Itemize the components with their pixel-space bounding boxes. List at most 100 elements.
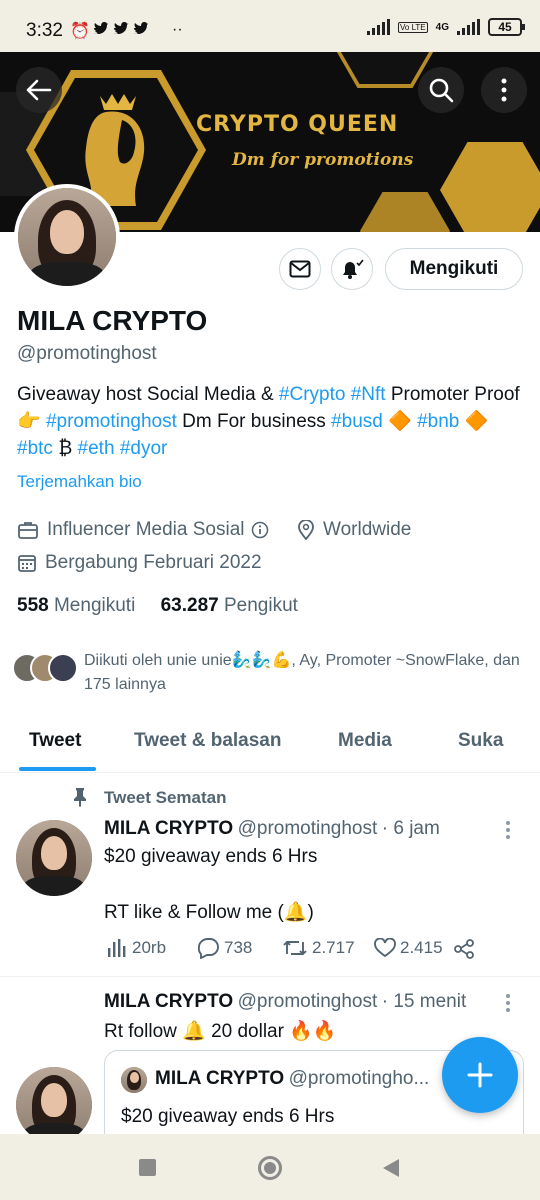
translate-bio-link[interactable]: Terjemahkan bio bbox=[17, 472, 142, 492]
quote-text: $20 giveaway ends 6 Hrs bbox=[121, 1106, 335, 1127]
tab-media[interactable]: Media bbox=[338, 730, 392, 752]
tweet-text-line2: RT like & Follow me (🔔) bbox=[104, 902, 314, 923]
like-action[interactable]: 2.415 bbox=[374, 938, 460, 958]
joined-row: Bergabung Februari 2022 bbox=[17, 552, 262, 574]
followers-label: Pengikut bbox=[224, 595, 298, 616]
following-label: Mengikuti bbox=[53, 595, 136, 616]
compose-tweet-button[interactable] bbox=[442, 1037, 518, 1113]
like-count: 2.415 bbox=[400, 938, 443, 957]
tweet-author-handle[interactable]: @promotinghost bbox=[238, 818, 378, 839]
more-notifications-icon: ·· bbox=[172, 21, 183, 38]
follower-avatar bbox=[48, 653, 78, 683]
hashtag-btc[interactable]: #btc bbox=[17, 438, 53, 459]
tweet-avatar[interactable] bbox=[16, 820, 92, 896]
network-label: 4G bbox=[435, 21, 449, 33]
home-button[interactable] bbox=[258, 1156, 282, 1180]
heart-icon bbox=[374, 938, 396, 958]
bell-check-icon bbox=[343, 259, 364, 279]
quote-avatar bbox=[121, 1067, 147, 1093]
followed-by-text[interactable]: Diikuti oleh unie unie🧞‍♂️🧞‍♂️💪, Ay, Pro… bbox=[84, 649, 524, 697]
system-nav-bar bbox=[0, 1134, 540, 1200]
back-button[interactable] bbox=[16, 67, 62, 113]
tab-likes[interactable]: Suka bbox=[458, 730, 503, 752]
tweet-more-button[interactable] bbox=[505, 993, 511, 1018]
signal-icon-2 bbox=[457, 19, 480, 35]
tweet-time: · 15 menit bbox=[381, 991, 467, 1012]
following-count: 558 bbox=[17, 595, 49, 616]
joined-label: Bergabung Februari 2022 bbox=[45, 552, 262, 573]
hashtag-eth[interactable]: #eth bbox=[78, 438, 115, 459]
tweet-author-handle[interactable]: @promotinghost bbox=[238, 991, 378, 1012]
reply-action[interactable]: 738 bbox=[196, 937, 282, 959]
retweet-action[interactable]: 2.717 bbox=[282, 938, 374, 958]
tweet-actions: 20rb 738 2.717 2.415 bbox=[106, 937, 476, 959]
hashtag-nft[interactable]: #Nft bbox=[351, 384, 386, 405]
battery-icon: 45 bbox=[488, 18, 525, 36]
tab-tweet[interactable]: Tweet bbox=[29, 730, 81, 752]
volte-badge: Vo LTE bbox=[398, 21, 428, 33]
bio-text: Dm For business bbox=[176, 411, 332, 432]
views-count: 20rb bbox=[132, 938, 167, 957]
reply-icon bbox=[197, 938, 219, 959]
info-icon[interactable] bbox=[251, 521, 269, 539]
profile-avatar[interactable] bbox=[14, 184, 120, 290]
recent-apps-button[interactable] bbox=[139, 1159, 156, 1176]
tweet-author-name[interactable]: MILA CRYPTO bbox=[104, 991, 233, 1012]
share-button[interactable] bbox=[453, 939, 475, 964]
hashtag-dyor[interactable]: #dyor bbox=[120, 438, 168, 459]
message-button[interactable] bbox=[279, 248, 321, 290]
followers-count: 63.287 bbox=[160, 595, 219, 616]
search-icon bbox=[429, 78, 454, 103]
tweet-more-button[interactable] bbox=[505, 820, 511, 845]
hashtag-busd[interactable]: #busd bbox=[331, 411, 383, 432]
tweet-header: MILA CRYPTO @promotinghost · 15 menit bbox=[104, 991, 466, 1013]
tweet-avatar[interactable] bbox=[16, 1067, 92, 1143]
status-bar: 3:32 ⏰ ·· Vo LTE 4G 45 bbox=[0, 0, 540, 52]
following-button[interactable]: Mengikuti bbox=[385, 248, 523, 290]
pinned-label: Tweet Sematan bbox=[104, 788, 227, 807]
bio-text: Giveaway host Social Media & bbox=[17, 384, 279, 405]
twitter-notification-icon bbox=[92, 21, 154, 42]
briefcase-icon bbox=[18, 522, 38, 539]
hashtag-crypto[interactable]: #Crypto bbox=[279, 384, 346, 405]
search-button[interactable] bbox=[418, 67, 464, 113]
vertical-dots-icon bbox=[506, 821, 510, 839]
followers-avatar-stack[interactable] bbox=[12, 653, 80, 689]
back-nav-button[interactable] bbox=[382, 1158, 400, 1178]
views-icon bbox=[108, 939, 126, 957]
quote-author-handle: @promotingho... bbox=[288, 1068, 430, 1089]
banner-subtitle: Dm for promotions bbox=[232, 150, 414, 170]
hashtag-bnb[interactable]: #bnb bbox=[417, 411, 459, 432]
tab-tweet-replies[interactable]: Tweet & balasan bbox=[134, 730, 281, 752]
notifications-button[interactable] bbox=[331, 248, 373, 290]
tweet-divider bbox=[0, 976, 540, 977]
vertical-dots-icon bbox=[506, 994, 510, 1012]
envelope-icon bbox=[289, 260, 311, 278]
category-label: Influencer Media Sosial bbox=[47, 519, 245, 540]
tweet-text: Rt follow 🔔 20 dollar 🔥🔥 bbox=[104, 1021, 337, 1042]
hashtag-promotinghost[interactable]: #promotinghost bbox=[46, 411, 177, 432]
bio-text: 🔶 bbox=[459, 411, 489, 432]
share-icon bbox=[454, 939, 474, 959]
profile-tabs: Tweet Tweet & balasan Media Suka bbox=[0, 718, 540, 773]
retweet-count: 2.717 bbox=[312, 938, 355, 957]
profile-bio: Giveaway host Social Media & #Crypto #Nf… bbox=[17, 381, 527, 462]
followers-stat[interactable]: 63.287 Pengikut bbox=[161, 595, 298, 616]
reply-count: 738 bbox=[224, 938, 253, 957]
retweet-icon bbox=[283, 941, 307, 955]
tweet-time: · 6 jam bbox=[381, 818, 440, 839]
tweet-author-name[interactable]: MILA CRYPTO bbox=[104, 818, 233, 839]
pin-icon bbox=[72, 787, 88, 812]
category-row: Influencer Media Sosial bbox=[17, 519, 277, 541]
views-action[interactable]: 20rb bbox=[106, 938, 196, 958]
plus-icon bbox=[467, 1062, 493, 1088]
quote-author-name: MILA CRYPTO bbox=[155, 1068, 285, 1089]
avatar-image bbox=[18, 188, 116, 286]
location-label: Worldwide bbox=[323, 519, 412, 540]
following-stat[interactable]: 558 Mengikuti bbox=[17, 595, 135, 616]
status-time: 3:32 bbox=[26, 20, 63, 41]
quote-header: MILA CRYPTO @promotingho... bbox=[155, 1068, 429, 1090]
back-arrow-icon bbox=[26, 79, 52, 101]
calendar-icon bbox=[18, 555, 36, 572]
more-options-button[interactable] bbox=[481, 67, 527, 113]
